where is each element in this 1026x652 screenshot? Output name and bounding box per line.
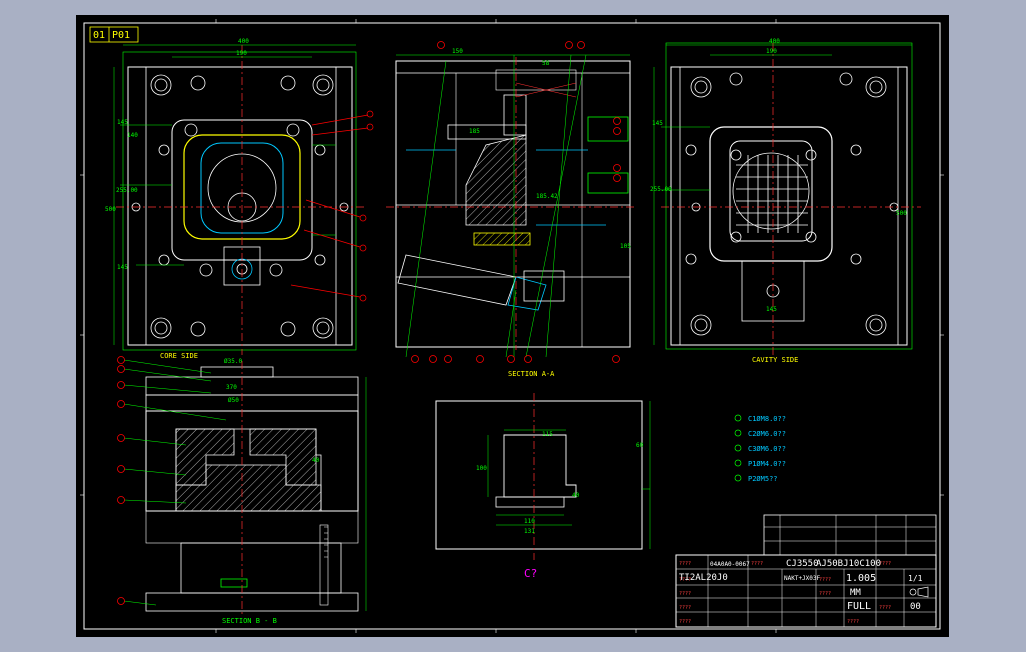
drawing-number: TI2AL20J0 (679, 573, 728, 583)
c-d-dim: 40 (572, 492, 580, 499)
mold-number: AJ50BJ10C100 (816, 559, 881, 569)
legend-item-p2: P2ØM5?? (748, 475, 778, 483)
cavity-low-dim: 145 (766, 306, 777, 313)
section-bb-label: SECTION B - B (222, 617, 277, 625)
section-aa-label: SECTION A-A (508, 370, 555, 378)
cavity-side-view: 400 190 145 255.00 500 145 CAVITY SIDE (650, 38, 921, 364)
part-code: P01 (112, 30, 130, 41)
unit-value: MM (850, 588, 861, 598)
section-aa-view: 150 185 185.42 58 105 SECTION A-A (386, 41, 636, 378)
cavity-height-dim: 500 (896, 210, 907, 217)
c-c-dim: 60 (636, 442, 644, 449)
legend-item-c2: C2ØM6.0?? (748, 430, 786, 438)
annotation-text: ???? (679, 605, 691, 611)
aa-top-dim: 150 (452, 48, 463, 55)
cavity-width-dim: 400 (769, 38, 780, 45)
sheet-number: 01 (93, 30, 105, 41)
mold-drawing-svg: 01 P01 400 190 145 140 255.00 500 145 CO… (80, 19, 944, 633)
core-low-dim: 145 (117, 264, 128, 271)
cavity-center-dim: 255.00 (650, 186, 672, 193)
legend-item-p1: P1ØM4.0?? (748, 460, 786, 468)
bb-mid-dim: Ø50 (228, 397, 239, 404)
project-number: CJ3550 (786, 559, 819, 569)
sheet-tag: 01 P01 (89, 26, 139, 43)
drawing-frame (83, 22, 941, 630)
section-bb-view: Ø35.0 Ø50 370 40 SECTION B - B (117, 356, 367, 625)
aa-mid-dim: 185 (469, 128, 480, 135)
projection-symbol-icon (909, 586, 929, 598)
aa-slide-dim: 185.42 (536, 193, 558, 200)
bb-side-dim: 40 (312, 457, 320, 464)
annotation-text: ???? (819, 591, 831, 597)
core-center-dim: 255.00 (116, 187, 138, 194)
bb-len-dim: 370 (226, 384, 237, 391)
core-side-view: 400 190 145 140 255.00 500 145 CORE SIDE (105, 38, 374, 360)
cooling-legend: C1ØM8.0?? C2ØM6.0?? C3ØM6.0?? P1ØM4.0?? … (734, 414, 786, 483)
size-value: FULL (847, 601, 871, 612)
c-b-dim: 131 (524, 528, 535, 535)
cavity-half-dim: 190 (766, 48, 777, 55)
sheet-count: 1/1 (908, 574, 923, 583)
aa-b-dim: 105 (620, 243, 631, 250)
annotation-text: ???? (679, 591, 691, 597)
core-height-dim: 500 (105, 206, 116, 213)
annotation-text: ???? (879, 605, 891, 611)
core-left-a-dim: 145 (117, 119, 128, 126)
cavity-left-dim: 145 (652, 120, 663, 127)
aa-a-dim: 58 (542, 60, 550, 67)
core-width-dim: 400 (238, 38, 249, 45)
c-height-dim: 100 (476, 465, 487, 472)
revision-value: 00 (910, 602, 921, 612)
annotation-text: ???? (679, 561, 691, 567)
legend-item-c1: C1ØM8.0?? (748, 415, 786, 423)
annotation-text: ???? (679, 619, 691, 625)
cad-viewport[interactable]: 01 P01 400 190 145 140 255.00 500 145 CO… (0, 0, 1026, 652)
core-left-b-dim: 140 (127, 132, 138, 139)
core-side-label: CORE SIDE (160, 352, 198, 360)
part-number: 04A0A0-0067 (710, 561, 750, 568)
legend-item-c3: C3ØM6.0?? (748, 445, 786, 453)
annotation-text: ???? (847, 619, 859, 625)
core-half-dim: 190 (236, 50, 247, 57)
bb-top-dim: Ø35.0 (224, 358, 242, 365)
scale-value: 1.005 (846, 573, 876, 584)
c-a-dim: 110 (524, 518, 535, 525)
view-c: 115 100 110 131 60 40 C? (435, 393, 651, 580)
annotation-text: ???? (819, 577, 831, 583)
drawing-sheet: 01 P01 400 190 145 140 255.00 500 145 CO… (76, 15, 949, 637)
annotation-text: ???? (751, 561, 763, 567)
title-block: ???? ???? ???? ???? ???? ???? ???? ???? … (675, 514, 937, 628)
material: NAKT+JX03F (784, 575, 821, 582)
cavity-side-label: CAVITY SIDE (752, 356, 798, 364)
view-c-label: C? (524, 567, 537, 580)
c-width-dim: 115 (542, 431, 553, 438)
